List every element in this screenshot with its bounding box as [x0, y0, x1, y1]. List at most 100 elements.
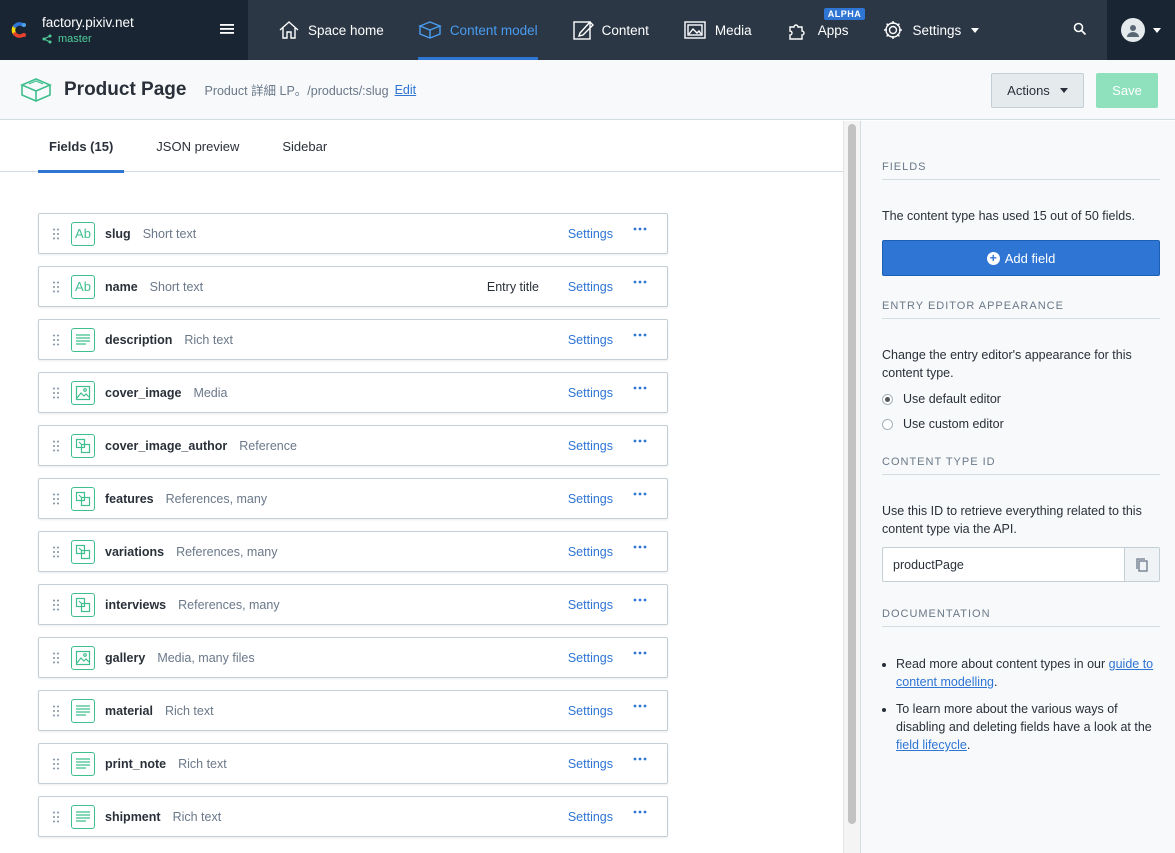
field-type: Rich text	[178, 756, 227, 771]
add-field-button[interactable]: + Add field	[882, 240, 1160, 276]
tab-bar: Fields (15) JSON preview Sidebar	[0, 121, 843, 173]
reference-icon	[71, 433, 95, 458]
more-options-icon[interactable]	[633, 598, 647, 602]
field-row-description[interactable]: description Rich text Settings	[38, 319, 668, 360]
field-row-print-note[interactable]: print_note Rich text Settings	[38, 743, 668, 784]
drag-handle-icon[interactable]	[53, 705, 59, 717]
menu-icon[interactable]	[220, 22, 234, 36]
field-row-material[interactable]: material Rich text Settings	[38, 690, 668, 731]
field-settings-link[interactable]: Settings	[568, 386, 613, 400]
edit-description-link[interactable]: Edit	[395, 83, 417, 97]
field-lifecycle-link[interactable]: field lifecycle	[896, 738, 967, 752]
field-settings-link[interactable]: Settings	[568, 227, 613, 241]
field-settings-link[interactable]: Settings	[568, 439, 613, 453]
account-menu[interactable]	[1107, 0, 1175, 60]
drag-handle-icon[interactable]	[53, 652, 59, 664]
tab-sidebar[interactable]: Sidebar	[271, 121, 338, 172]
field-settings-link[interactable]: Settings	[568, 280, 613, 294]
more-options-icon[interactable]	[633, 439, 647, 443]
nav-apps[interactable]: ALPHA Apps	[786, 0, 866, 60]
more-options-icon[interactable]	[633, 545, 647, 549]
drag-handle-icon[interactable]	[53, 599, 59, 611]
field-row-gallery[interactable]: gallery Media, many files Settings	[38, 637, 668, 678]
field-name: description	[105, 332, 173, 347]
search-button[interactable]	[1073, 22, 1087, 39]
drag-handle-icon[interactable]	[53, 440, 59, 452]
more-options-icon[interactable]	[633, 651, 647, 655]
user-icon	[1127, 25, 1139, 37]
fields-pane: Fields (15) JSON preview Sidebar Ab slug S…	[0, 121, 843, 853]
field-settings-link[interactable]: Settings	[568, 598, 613, 612]
richtext-icon	[71, 751, 95, 776]
reference-icon	[71, 592, 95, 617]
save-button[interactable]: Save	[1096, 73, 1158, 108]
field-row-cover-image[interactable]: cover_image Media Settings	[38, 372, 668, 413]
copy-button[interactable]	[1124, 548, 1159, 581]
field-settings-link[interactable]: Settings	[568, 757, 613, 771]
scrollbar[interactable]	[843, 121, 860, 853]
appearance-text: Change the entry editor's appearance for…	[882, 348, 1132, 380]
more-options-icon[interactable]	[633, 757, 647, 761]
drag-handle-icon[interactable]	[53, 334, 59, 346]
radio-unselected[interactable]	[882, 418, 893, 430]
media-icon	[684, 21, 706, 39]
nav-settings[interactable]: Settings	[882, 0, 980, 60]
drag-handle-icon[interactable]	[53, 811, 59, 823]
sidebar: Fields The content type has used 15 out …	[860, 121, 1175, 853]
more-options-icon[interactable]	[633, 280, 647, 284]
field-row-variations[interactable]: variations References, many Settings	[38, 531, 668, 572]
drag-handle-icon[interactable]	[53, 387, 59, 399]
field-settings-link[interactable]: Settings	[568, 492, 613, 506]
scrollbar-thumb[interactable]	[848, 124, 856, 824]
field-name: variations	[105, 544, 165, 559]
copy-icon	[1136, 557, 1148, 572]
nav-content[interactable]: Content	[572, 0, 649, 60]
field-type: References, many	[165, 491, 268, 506]
content-type-id-value[interactable]: productPage	[883, 548, 1124, 581]
more-options-icon[interactable]	[633, 492, 647, 496]
more-options-icon[interactable]	[633, 333, 647, 337]
actions-button[interactable]: Actions	[991, 73, 1084, 108]
drag-handle-icon[interactable]	[53, 228, 59, 240]
radio-custom-editor[interactable]: Use custom editor	[882, 417, 1160, 431]
tab-fields[interactable]: Fields (15)	[38, 121, 125, 173]
space-switcher[interactable]: factory.pixiv.net master	[0, 0, 248, 60]
more-options-icon[interactable]	[633, 227, 647, 231]
nav-space-home[interactable]: Space home	[278, 0, 384, 60]
field-row-cover-image-author[interactable]: cover_image_author Reference Settings	[38, 425, 668, 466]
drag-handle-icon[interactable]	[53, 546, 59, 558]
field-row-features[interactable]: features References, many Settings	[38, 478, 668, 519]
field-row-slug[interactable]: Ab slug Short text Settings	[38, 213, 668, 254]
field-settings-link[interactable]: Settings	[568, 651, 613, 665]
content-type-id-field[interactable]: productPage	[882, 547, 1160, 582]
more-options-icon[interactable]	[633, 704, 647, 708]
field-settings-link[interactable]: Settings	[568, 810, 613, 824]
drag-handle-icon[interactable]	[53, 281, 59, 293]
nav-media[interactable]: Media	[683, 0, 752, 60]
content-icon	[572, 20, 594, 40]
drag-handle-icon[interactable]	[53, 758, 59, 770]
tab-json-preview[interactable]: JSON preview	[145, 121, 250, 172]
more-options-icon[interactable]	[633, 386, 647, 390]
radio-default-editor[interactable]: Use default editor	[882, 392, 1160, 406]
field-name: print_note	[105, 756, 167, 771]
field-settings-link[interactable]: Settings	[568, 704, 613, 718]
field-row-interviews[interactable]: interviews References, many Settings	[38, 584, 668, 625]
field-settings-link[interactable]: Settings	[568, 545, 613, 559]
space-name: factory.pixiv.net	[42, 15, 134, 30]
more-options-icon[interactable]	[633, 810, 647, 814]
chevron-down-icon	[1153, 27, 1161, 33]
richtext-icon	[71, 804, 95, 829]
appearance-heading: Entry editor appearance	[882, 300, 1160, 319]
doc-item: To learn more about the various ways of …	[896, 700, 1160, 754]
field-row-name[interactable]: Ab name Short text Entry title Settings	[38, 266, 668, 307]
field-row-shipment[interactable]: shipment Rich text Settings	[38, 796, 668, 837]
field-settings-link[interactable]: Settings	[568, 333, 613, 347]
page-title: Product Page	[64, 78, 187, 100]
nav-content-model[interactable]: Content model	[417, 0, 538, 60]
radio-selected[interactable]	[882, 393, 893, 405]
content-model-icon	[417, 21, 442, 39]
field-type: Media	[193, 385, 228, 400]
field-name: interviews	[105, 597, 167, 612]
drag-handle-icon[interactable]	[53, 493, 59, 505]
